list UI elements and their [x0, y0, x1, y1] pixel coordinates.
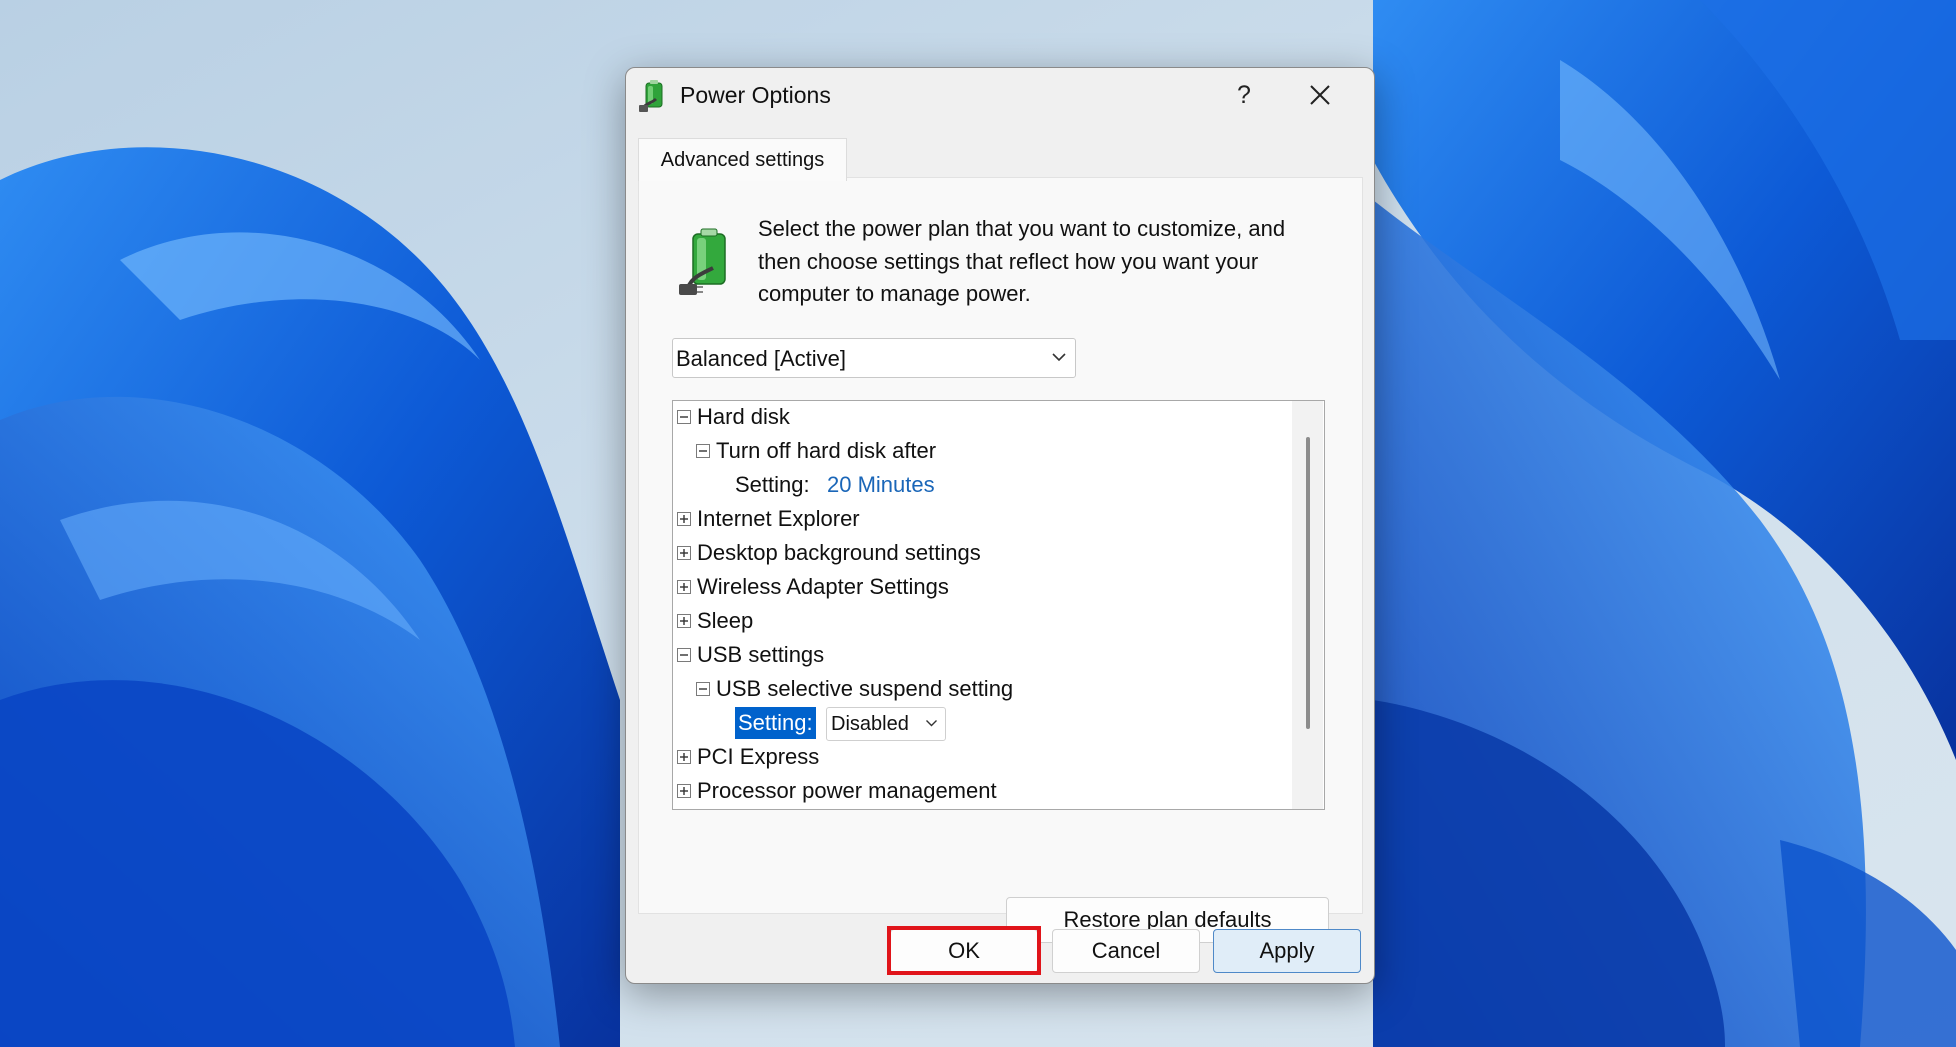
tree-item-label: Hard disk	[697, 404, 790, 429]
tab-advanced-settings[interactable]: Advanced settings	[638, 138, 847, 181]
tree-item-setting-hard-disk[interactable]: Setting: 20 Minutes	[673, 469, 1273, 501]
tree-item-label: PCI Express	[697, 744, 820, 769]
scrollbar-thumb[interactable]	[1306, 437, 1310, 729]
usb-suspend-select[interactable]: Disabled	[826, 707, 946, 741]
close-button[interactable]	[1280, 72, 1360, 118]
tree-item-label: Processor power management	[697, 778, 997, 803]
power-options-icon	[639, 80, 663, 112]
tree-item-label: Wireless Adapter Settings	[697, 574, 949, 599]
setting-label-selected: Setting:	[735, 707, 816, 739]
tree-item-setting-usb[interactable]: Setting: Disabled	[673, 707, 1273, 741]
collapse-icon[interactable]	[677, 410, 691, 424]
chevron-down-icon	[926, 720, 937, 727]
title-bar[interactable]: Power Options ?	[626, 68, 1374, 122]
settings-tree[interactable]: Hard disk Turn off hard disk after Setti…	[672, 400, 1325, 810]
tree-item-label: Internet Explorer	[697, 506, 860, 531]
close-icon	[1310, 85, 1330, 105]
ok-button[interactable]: OK	[890, 929, 1038, 973]
apply-button[interactable]: Apply	[1213, 929, 1361, 973]
help-button[interactable]: ?	[1216, 72, 1272, 118]
intro-text: Select the power plan that you want to c…	[758, 216, 1286, 306]
tree-scrollbar[interactable]	[1292, 401, 1323, 809]
setting-value-link[interactable]: 20 Minutes	[827, 469, 935, 501]
expand-icon[interactable]	[677, 784, 691, 798]
collapse-icon[interactable]	[677, 648, 691, 662]
advanced-settings-panel: Select the power plan that you want to c…	[638, 177, 1363, 943]
tree-item-label: Turn off hard disk after	[716, 438, 937, 463]
chevron-down-icon	[1052, 353, 1066, 362]
tree-item-label: Desktop background settings	[697, 540, 981, 565]
power-options-dialog: Power Options ? Advanced settings Select…	[625, 67, 1375, 984]
expand-icon[interactable]	[677, 546, 691, 560]
tree-item-label: USB settings	[697, 642, 825, 667]
collapse-icon[interactable]	[696, 444, 710, 458]
power-plan-value: Balanced [Active]	[676, 346, 846, 371]
power-plan-select[interactable]: Balanced [Active]	[672, 338, 1076, 378]
expand-icon[interactable]	[677, 750, 691, 764]
setting-label: Setting:	[735, 472, 810, 497]
battery-plug-icon	[679, 228, 726, 295]
cancel-button[interactable]: Cancel	[1052, 929, 1200, 973]
collapse-icon[interactable]	[696, 682, 710, 696]
expand-icon[interactable]	[677, 580, 691, 594]
expand-icon[interactable]	[677, 614, 691, 628]
tree-item-label: USB selective suspend setting	[716, 676, 1014, 701]
window-title: Power Options	[680, 82, 831, 108]
expand-icon[interactable]	[677, 512, 691, 526]
usb-suspend-value: Disabled	[831, 713, 909, 735]
tree-item-label: Sleep	[697, 608, 754, 633]
